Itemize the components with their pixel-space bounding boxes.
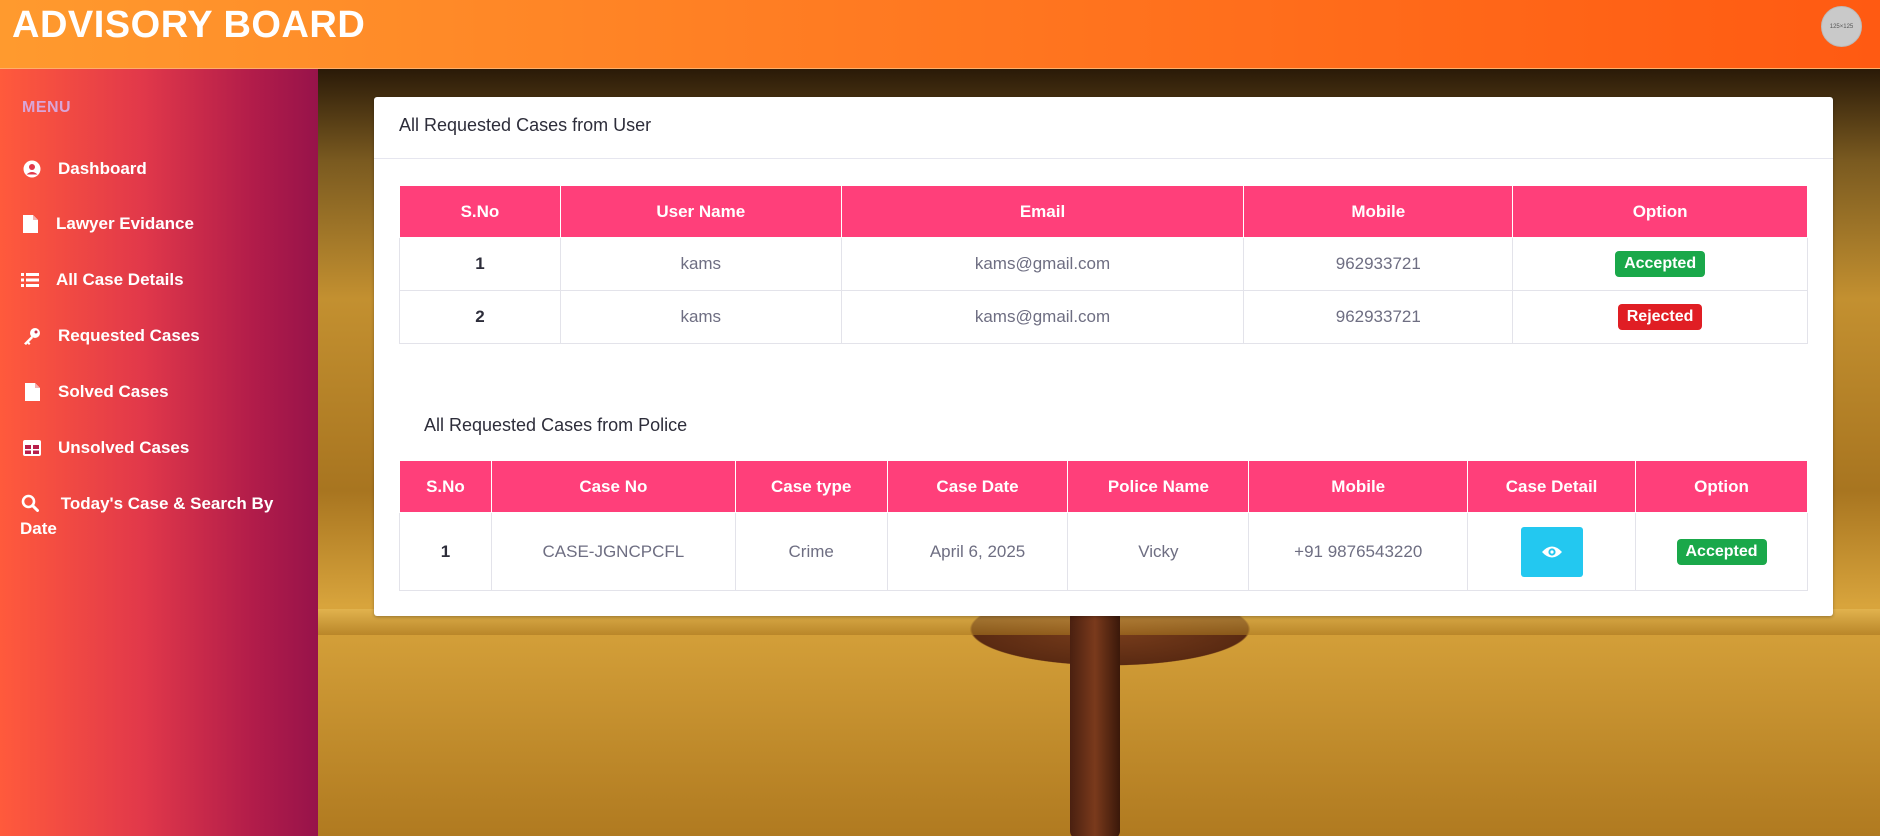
column-header-police-name: Police Name	[1067, 460, 1250, 513]
status-badge-accepted[interactable]: Accepted	[1615, 251, 1706, 277]
cell-case-date: April 6, 2025	[886, 512, 1069, 591]
column-header-option: Option	[1512, 185, 1808, 238]
table-header-row: S.No Case No Case type Case Date Police …	[399, 460, 1808, 513]
eye-icon	[1541, 546, 1562, 557]
sidebar-item-label: Solved Cases	[58, 382, 169, 401]
column-header-option: Option	[1635, 460, 1808, 513]
column-header-sno: S.No	[399, 185, 561, 238]
column-header-mobile: Mobile	[1243, 185, 1514, 238]
sidebar-item-unsolved-cases[interactable]: Unsolved Cases	[22, 435, 302, 460]
sidebar-item-label: Dashboard	[58, 159, 147, 178]
column-header-case-no: Case No	[490, 460, 736, 513]
sidebar-item-lawyer-evidance[interactable]: Lawyer Evidance	[20, 211, 300, 236]
cell-mobile: 962933721	[1243, 237, 1514, 291]
user-avatar[interactable]: 125×125	[1821, 6, 1862, 47]
sidebar-item-todays-case-search[interactable]: Today's Case & Search By Date	[20, 491, 275, 541]
sidebar-item-label: Today's Case & Search By Date	[20, 494, 274, 538]
menu-title: MENU	[22, 99, 72, 116]
table-header-row: S.No User Name Email Mobile Option	[399, 185, 1808, 238]
file-icon	[22, 382, 42, 402]
requested-cases-card: All Requested Cases from User S.No User …	[374, 97, 1833, 616]
key-icon	[22, 326, 42, 346]
view-case-button[interactable]	[1520, 526, 1583, 577]
table-row: 1 CASE-JGNCPCFL Crime April 6, 2025 Vick…	[399, 512, 1808, 591]
brand-title[interactable]: ADVISORY BOARD	[12, 4, 365, 47]
cell-email: kams@gmail.com	[840, 290, 1245, 344]
cell-user-name: kams	[559, 237, 842, 291]
user-circle-icon	[22, 159, 42, 179]
cell-option: Rejected	[1512, 290, 1808, 344]
cell-case-no: CASE-JGNCPCFL	[490, 512, 736, 591]
column-header-mobile: Mobile	[1248, 460, 1469, 513]
table-row: 1 kams kams@gmail.com 962933721 Accepted	[399, 237, 1808, 291]
police-section-title: All Requested Cases from Police	[424, 415, 688, 435]
column-header-email: Email	[840, 185, 1245, 238]
file-icon	[20, 214, 40, 234]
table-icon	[22, 438, 42, 458]
cell-mobile: +91 9876543220	[1248, 512, 1469, 591]
top-header: ADVISORY BOARD 125×125	[0, 0, 1880, 69]
sidebar-item-solved-cases[interactable]: Solved Cases	[22, 379, 302, 404]
background-pole	[1070, 609, 1120, 836]
sidebar: MENU Dashboard Lawyer Evidance All Case …	[0, 69, 318, 836]
column-header-case-detail: Case Detail	[1467, 460, 1637, 513]
cell-user-name: kams	[559, 290, 842, 344]
user-requests-table: S.No User Name Email Mobile Option 1 kam…	[399, 185, 1808, 344]
status-badge-rejected[interactable]: Rejected	[1617, 304, 1703, 330]
cell-sno: 1	[399, 237, 561, 291]
police-requests-table: S.No Case No Case type Case Date Police …	[399, 460, 1808, 591]
column-header-case-type: Case type	[734, 460, 888, 513]
column-header-user-name: User Name	[559, 185, 842, 238]
cell-option: Accepted	[1635, 512, 1808, 591]
cell-mobile: 962933721	[1243, 290, 1514, 344]
status-badge-accepted[interactable]: Accepted	[1676, 538, 1767, 565]
sidebar-item-label: Requested Cases	[58, 326, 200, 345]
cell-email: kams@gmail.com	[840, 237, 1245, 291]
cell-case-detail	[1467, 512, 1637, 591]
list-icon	[20, 270, 40, 290]
cell-option: Accepted	[1512, 237, 1808, 291]
card-title: All Requested Cases from User	[374, 97, 1833, 159]
cell-police-name: Vicky	[1067, 512, 1250, 591]
sidebar-item-requested-cases[interactable]: Requested Cases	[22, 323, 302, 348]
sidebar-item-label: Unsolved Cases	[58, 438, 190, 457]
sidebar-item-all-case-details[interactable]: All Case Details	[20, 267, 300, 292]
cell-case-type: Crime	[734, 512, 888, 591]
cell-sno: 1	[399, 512, 492, 591]
sidebar-item-label: All Case Details	[56, 270, 184, 289]
sidebar-item-dashboard[interactable]: Dashboard	[22, 156, 302, 181]
sidebar-item-label: Lawyer Evidance	[56, 214, 194, 233]
cell-sno: 2	[399, 290, 561, 344]
column-header-sno: S.No	[399, 460, 492, 513]
table-row: 2 kams kams@gmail.com 962933721 Rejected	[399, 290, 1808, 344]
column-header-case-date: Case Date	[886, 460, 1069, 513]
search-icon	[20, 493, 40, 513]
